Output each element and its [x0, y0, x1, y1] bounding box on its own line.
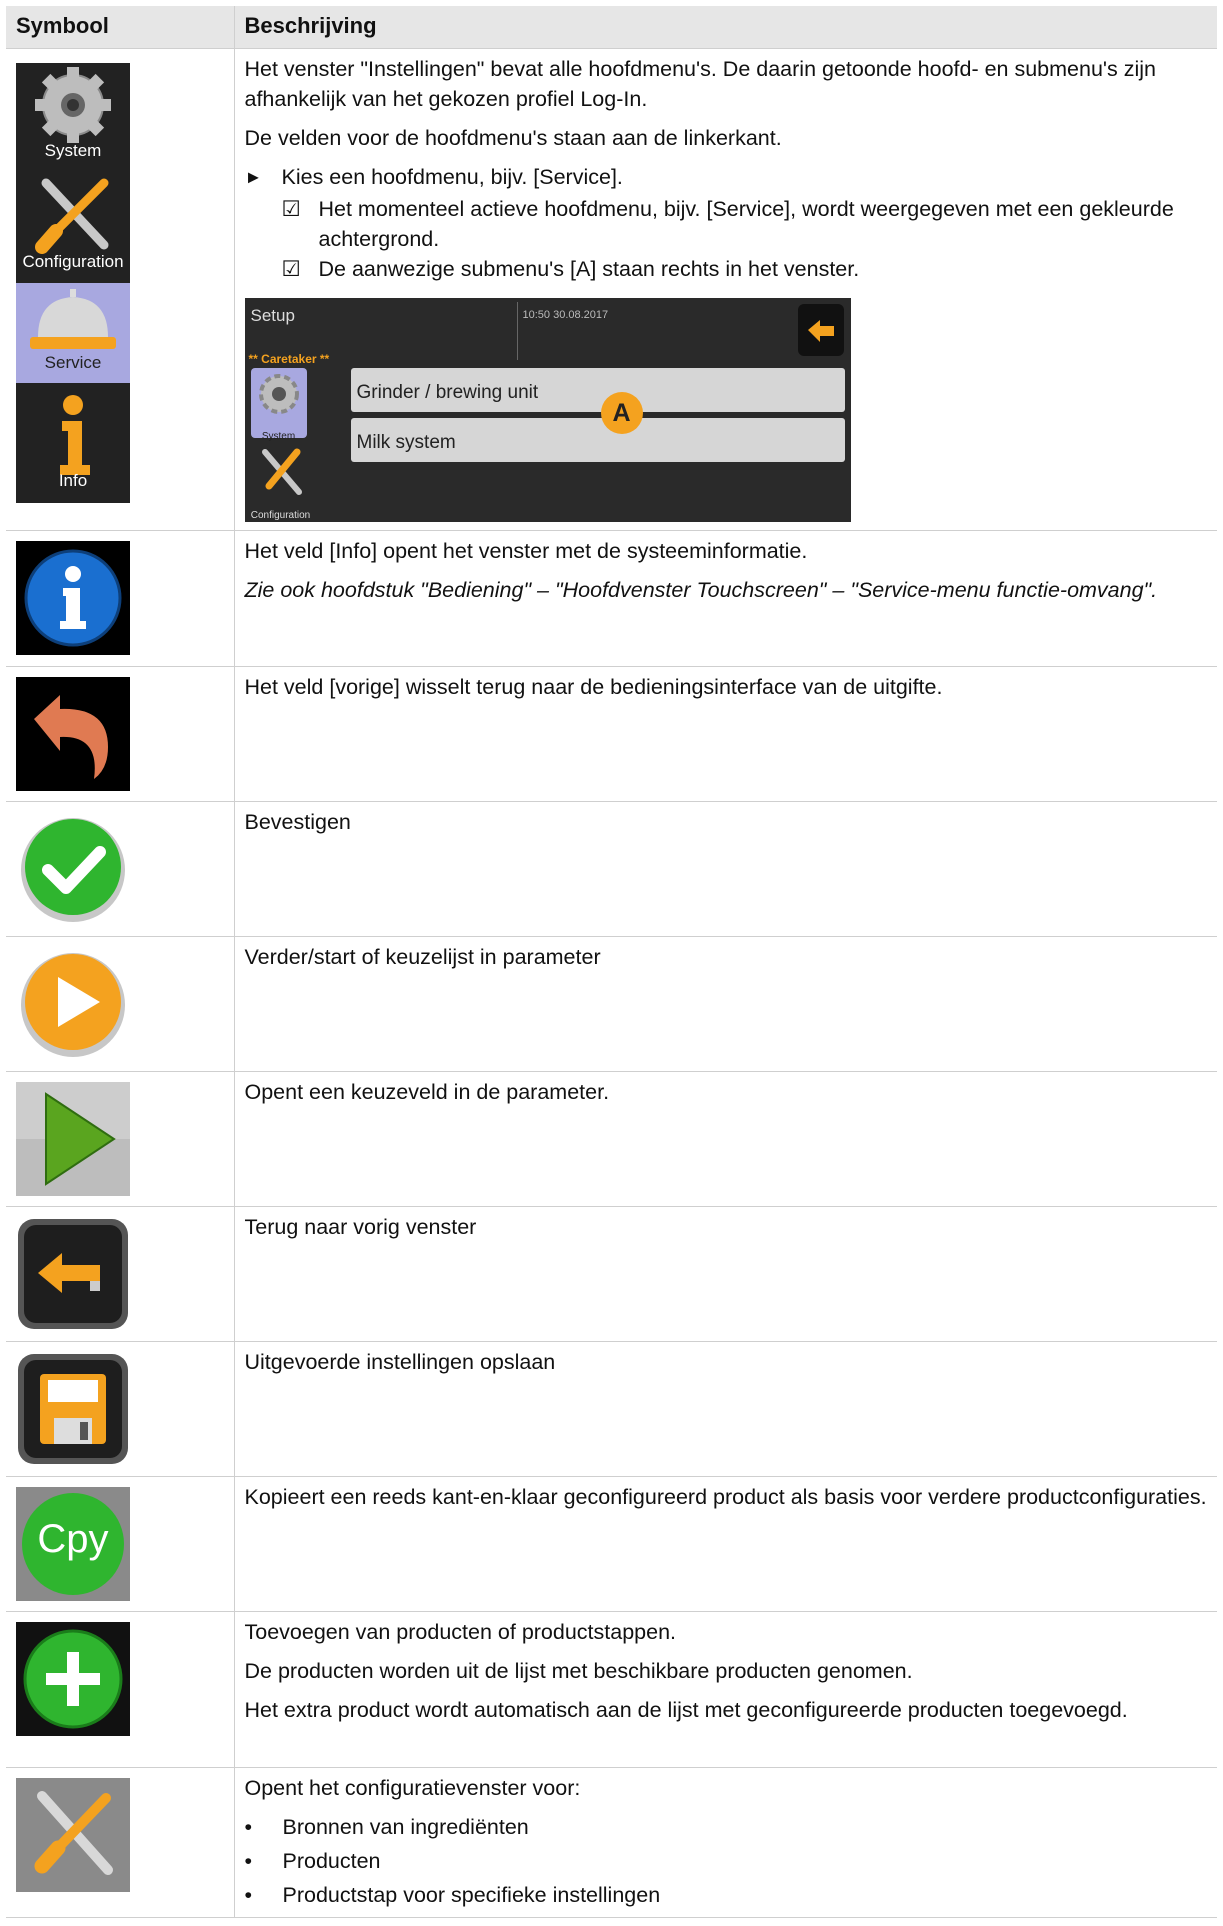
- copy-icon-label: Cpy: [37, 1517, 109, 1561]
- bell-icon: [30, 289, 116, 349]
- description-cell: Verder/start of keuzelijst in parameter: [234, 936, 1217, 1072]
- gear-icon: [258, 374, 299, 414]
- add-paragraph-3: Het extra product wordt automatisch aan …: [244, 1698, 1128, 1722]
- description-cell: Kopieert een reeds kant-en-klaar geconfi…: [234, 1476, 1217, 1612]
- screen-datetime: 10:50 30.08.2017: [522, 309, 609, 321]
- menu-label-info: Info: [58, 471, 88, 490]
- step-text: Kies een hoofdmenu, bijv. [Service].: [281, 165, 623, 189]
- screen-back-button: [797, 304, 844, 356]
- submenu-milk-label: Milk system: [356, 432, 456, 453]
- back-text: Terug naar vorig venster: [244, 1215, 477, 1239]
- description-cell: Bevestigen: [234, 801, 1217, 937]
- header-symbol: Symbool: [6, 6, 235, 49]
- settings-paragraph-2: De velden voor de hoofdmenu's staan aan …: [244, 126, 782, 150]
- checkmark-icon: [21, 818, 125, 922]
- open-field-text: Opent een keuzeveld in de parameter.: [244, 1080, 610, 1104]
- table-row: Het veld [Info] opent het venster met de…: [6, 530, 1217, 667]
- plus-icon: [16, 1622, 130, 1736]
- play-icon: [21, 953, 125, 1057]
- add-paragraph-2: De producten worden uit de lijst met bes…: [244, 1659, 913, 1683]
- description-cell: Opent een keuzeveld in de parameter.: [234, 1071, 1217, 1207]
- menu-item-service-active: Service: [16, 283, 130, 383]
- symbol-cell: [6, 801, 235, 937]
- table-row: Het veld [vorige] wisselt terug naar de …: [6, 666, 1217, 802]
- menu-label-service: Service: [44, 353, 102, 372]
- callout-a: A: [600, 392, 643, 434]
- copy-icon: Cpy: [16, 1487, 130, 1601]
- header-description: Beschrijving: [234, 6, 1217, 49]
- symbol-cell: [6, 1767, 235, 1918]
- tools-icon: [261, 448, 302, 495]
- description-cell: Toevoegen van producten of productstappe…: [234, 1611, 1217, 1768]
- table-row: Verder/start of keuzelijst in parameter: [6, 936, 1217, 1072]
- submenu-milk: Milk system: [350, 418, 845, 462]
- table-row: Uitgevoerde instellingen opslaan: [6, 1341, 1217, 1477]
- checkbox-icon: ☑: [281, 197, 301, 221]
- menu-label-configuration: Configuration: [22, 252, 124, 271]
- description-cell: Het veld [vorige] wisselt terug naar de …: [234, 666, 1217, 802]
- back-arrow-icon: [807, 320, 834, 342]
- list-item: • Productstap voor specifieke instellinge…: [244, 1883, 661, 1907]
- undo-arrow-icon: [16, 677, 130, 791]
- symbol-table: Symbool Beschrijving System Configuratio…: [6, 6, 1217, 1918]
- checkbox-icon: ☑: [281, 257, 301, 281]
- table-row: Bevestigen: [6, 801, 1217, 937]
- result-1: ☑ Het momenteel actieve hoofdmenu, bijv.…: [282, 194, 1208, 254]
- config-list: • Bronnen van ingrediënten • Producten • Pr…: [245, 1812, 1208, 1910]
- main-menu-strip: System Configuration Service Info: [16, 63, 130, 503]
- table-row: Toevoegen van producten of productstappe…: [6, 1611, 1217, 1768]
- info-paragraph-1: Het veld [Info] opent het venster met de…: [244, 539, 808, 563]
- back-arrow-icon: [18, 1219, 128, 1329]
- step-instruction: ► Kies een hoofdmenu, bijv. [Service].: [245, 162, 1208, 192]
- copy-text: Kopieert een reeds kant-en-klaar geconfi…: [244, 1485, 1207, 1509]
- symbol-cell: [6, 936, 235, 1072]
- result-1-text: Het momenteel actieve hoofdmenu, bijv. […: [318, 197, 1174, 251]
- confirm-text: Bevestigen: [244, 810, 351, 834]
- tools-icon: [16, 1778, 130, 1892]
- table-row: System Configuration Service Info Het ve…: [6, 48, 1217, 531]
- symbol-cell: [6, 1341, 235, 1477]
- step-arrow-icon: ►: [244, 167, 263, 187]
- settings-paragraph-1: Het venster "Instellingen" bevat alle ho…: [244, 57, 1157, 111]
- description-cell: Het veld [Info] opent het venster met de…: [234, 530, 1217, 667]
- list-item: • Bronnen van ingrediënten: [244, 1815, 529, 1839]
- table-row: Terug naar vorig venster: [6, 1206, 1217, 1342]
- config-paragraph-1: Opent het configuratievenster voor:: [244, 1776, 581, 1800]
- info-paragraph-2: Zie ook hoofdstuk "Bediening" – "Hoofdve…: [244, 578, 1158, 602]
- info-icon: [16, 541, 130, 655]
- table-row: Opent een keuzeveld in de parameter.: [6, 1071, 1217, 1207]
- symbol-cell: System Configuration Service Info: [6, 48, 235, 531]
- description-cell: Terug naar vorig venster: [234, 1206, 1217, 1342]
- save-icon: [18, 1354, 128, 1464]
- description-cell: Het venster "Instellingen" bevat alle ho…: [234, 48, 1217, 531]
- previous-text: Het veld [vorige] wisselt terug naar de …: [244, 675, 943, 699]
- result-2-text: De aanwezige submenu's [A] staan rechts …: [318, 257, 860, 281]
- screen-configuration-label: Configuration: [250, 510, 311, 521]
- screen-system-button: System: [250, 368, 307, 442]
- symbol-cell: [6, 1206, 235, 1342]
- screen-title: Setup: [250, 306, 295, 325]
- table-row: Cpy Kopieert een reeds kant-en-klaar gec…: [6, 1476, 1217, 1612]
- info-menu-icon: [60, 395, 90, 475]
- symbol-cell: [6, 530, 235, 667]
- symbol-cell: [6, 1071, 235, 1207]
- next-text: Verder/start of keuzelijst in parameter: [244, 945, 601, 969]
- symbol-cell: [6, 1611, 235, 1768]
- result-2: ☑ De aanwezige submenu's [A] staan recht…: [282, 254, 1208, 284]
- symbol-cell: Cpy: [6, 1476, 235, 1612]
- submenu-grinder: Grinder / brewing unit: [350, 368, 845, 412]
- description-cell: Uitgevoerde instellingen opslaan: [234, 1341, 1217, 1477]
- table-header: Symbool Beschrijving: [6, 6, 1217, 49]
- description-cell: Opent het configuratievenster voor: • Bro…: [234, 1767, 1217, 1918]
- submenu-grinder-label: Grinder / brewing unit: [356, 382, 539, 403]
- tools-icon: [35, 178, 109, 254]
- green-triangle-icon: [16, 1082, 130, 1196]
- list-item: • Producten: [244, 1849, 381, 1873]
- menu-label-system: System: [44, 141, 102, 160]
- table-row: Opent het configuratievenster voor: • Bro…: [6, 1767, 1217, 1918]
- symbol-cell: [6, 666, 235, 802]
- setup-screenshot: Setup 10:50 30.08.2017 ** Caretaker ** S…: [244, 298, 851, 522]
- add-paragraph-1: Toevoegen van producten of productstappe…: [244, 1620, 677, 1644]
- save-text: Uitgevoerde instellingen opslaan: [244, 1350, 556, 1374]
